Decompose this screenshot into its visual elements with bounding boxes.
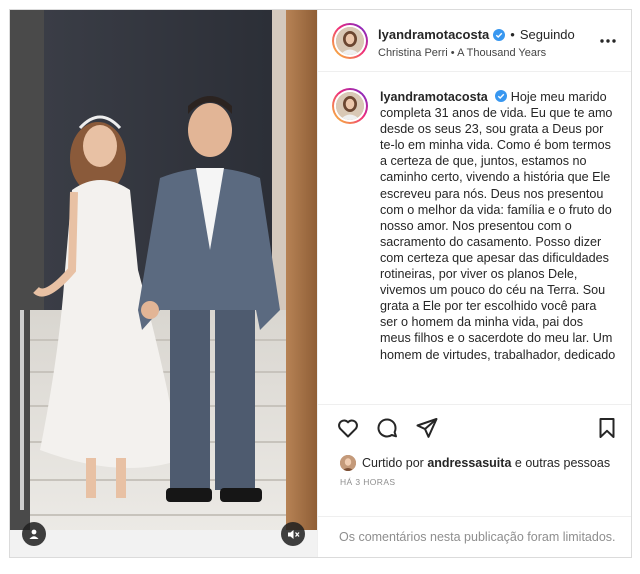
liker-avatar[interactable] xyxy=(340,455,356,471)
bookmark-icon[interactable] xyxy=(595,416,619,440)
caption-section: lyandramotacosta Hoje meu marido complet… xyxy=(318,73,631,403)
author-username[interactable]: lyandramotacosta xyxy=(378,27,489,42)
audio-track[interactable]: Christina Perri • A Thousand Years xyxy=(378,47,546,59)
wedding-photo xyxy=(10,10,317,557)
verified-badge-icon xyxy=(493,28,506,41)
audio-separator: • xyxy=(450,47,455,59)
likes-suffix[interactable]: e outras pessoas xyxy=(515,456,610,470)
caption-author-avatar[interactable] xyxy=(332,88,368,124)
likes-prefix: Curtido por xyxy=(362,456,424,470)
following-button[interactable]: Seguindo xyxy=(520,27,575,42)
mute-button[interactable] xyxy=(281,522,305,546)
comment-bubble-icon[interactable] xyxy=(375,416,399,440)
user-tag-icon xyxy=(29,529,39,539)
verified-badge-icon xyxy=(495,90,508,102)
speaker-muted-icon xyxy=(287,529,299,539)
caption-body: Hoje meu marido completa 31 anos de vida… xyxy=(380,90,616,362)
caption-text: lyandramotacosta Hoje meu marido complet… xyxy=(380,89,616,363)
tag-people-button[interactable] xyxy=(22,522,46,546)
liker-username[interactable]: andressasuita xyxy=(427,456,511,470)
post-side-panel: lyandramotacosta • Seguindo Christina Pe… xyxy=(317,10,631,557)
more-horizontal-icon[interactable] xyxy=(599,32,617,50)
post-media[interactable] xyxy=(10,10,317,557)
audio-artist: Christina Perri xyxy=(378,47,448,59)
post-actions: Curtido por andressasuita e outras pesso… xyxy=(318,404,631,516)
caption-username[interactable]: lyandramotacosta xyxy=(380,90,488,104)
heart-icon[interactable] xyxy=(336,416,360,440)
paper-plane-icon[interactable] xyxy=(415,416,439,440)
post-header: lyandramotacosta • Seguindo Christina Pe… xyxy=(318,10,631,72)
comments-limited-notice: Os comentários nesta publicação foram li… xyxy=(318,516,631,557)
author-avatar[interactable] xyxy=(332,23,368,59)
audio-title: A Thousand Years xyxy=(457,47,547,59)
instagram-post: lyandramotacosta • Seguindo Christina Pe… xyxy=(9,9,632,558)
header-separator: • xyxy=(510,27,515,42)
likes-summary: Curtido por andressasuita e outras pesso… xyxy=(340,455,610,471)
post-timestamp[interactable]: HÁ 3 HORAS xyxy=(340,477,396,487)
